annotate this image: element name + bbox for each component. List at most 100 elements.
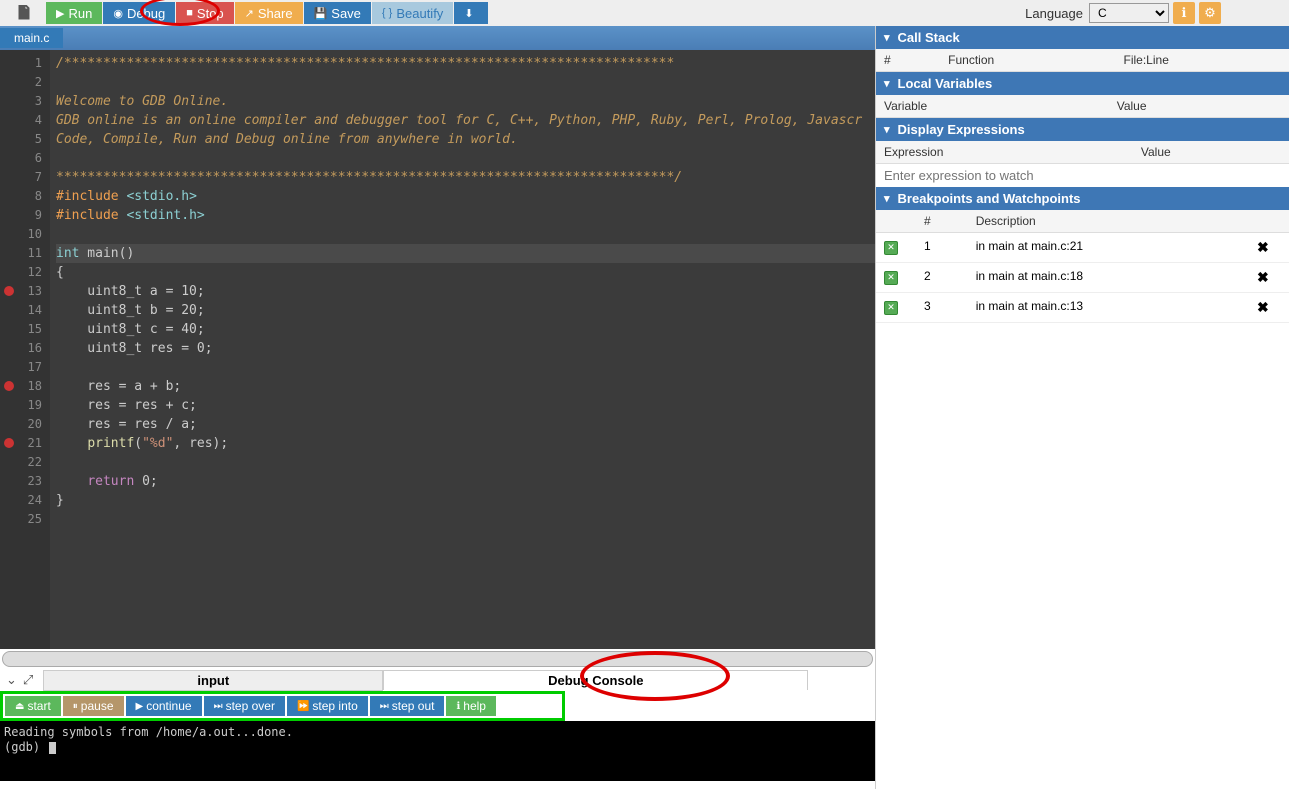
debug-console-tab[interactable]: Debug Console	[383, 670, 808, 690]
breakpoint-enabled-icon[interactable]: ✕	[884, 271, 898, 285]
download-button[interactable]: ⬇	[454, 2, 487, 24]
step-over-button[interactable]: ⏭step over	[204, 696, 285, 716]
display-expressions-header[interactable]: ▾Display Expressions	[876, 118, 1289, 141]
display-expressions-table: ExpressionValue	[876, 141, 1289, 164]
run-label: Run	[68, 6, 92, 21]
code-text	[56, 474, 87, 489]
code-area[interactable]: /***************************************…	[50, 50, 875, 649]
save-label: Save	[331, 6, 361, 21]
input-tab[interactable]: input	[43, 670, 383, 691]
play-icon: ▶	[56, 7, 64, 20]
gutter-line[interactable]: 22	[0, 453, 50, 472]
code-text	[56, 436, 87, 451]
breakpoint-num: 3	[916, 293, 968, 323]
gutter-line[interactable]: 11	[0, 244, 50, 263]
horizontal-scrollbar[interactable]	[2, 651, 873, 667]
chevron-down-icon[interactable]: ⌄	[6, 672, 17, 688]
gutter-line[interactable]: 4	[0, 111, 50, 130]
download-icon: ⬇	[464, 7, 473, 20]
pause-label: pause	[81, 699, 114, 713]
settings-button[interactable]: ⚙	[1199, 2, 1221, 24]
step-into-label: step into	[312, 699, 357, 713]
breakpoint-row: ✕ 2 in main at main.c:18 ✖	[876, 263, 1289, 293]
gutter-line[interactable]: 1	[0, 54, 50, 73]
chevron-down-icon: ▾	[884, 31, 890, 44]
continue-button[interactable]: ▶continue	[126, 696, 202, 716]
gutter-line-breakpoint[interactable]: 21	[0, 434, 50, 453]
gutter-line[interactable]: 14	[0, 301, 50, 320]
language-select[interactable]: C	[1089, 3, 1169, 23]
call-stack-table: #FunctionFile:Line	[876, 49, 1289, 72]
local-variables-header[interactable]: ▾Local Variables	[876, 72, 1289, 95]
breakpoints-table: #Description ✕ 1 in main at main.c:21 ✖ …	[876, 210, 1289, 323]
share-button[interactable]: ↗Share	[235, 2, 303, 24]
chevron-down-icon: ▾	[884, 123, 890, 136]
gutter-line[interactable]: 8	[0, 187, 50, 206]
code-editor[interactable]: 1 2 3 4 5 6 7 8 9 10 11 12 13 14 15 16 1…	[0, 50, 875, 649]
gutter-line[interactable]: 15	[0, 320, 50, 339]
share-label: Share	[258, 6, 293, 21]
breakpoint-num: 2	[916, 263, 968, 293]
play-icon: ▶	[136, 701, 144, 712]
gutter-line[interactable]: 7	[0, 168, 50, 187]
gutter-line[interactable]: 2	[0, 73, 50, 92]
col-value: Value	[1109, 95, 1289, 118]
breakpoint-enabled-icon[interactable]: ✕	[884, 241, 898, 255]
step-into-icon: ⏩	[297, 701, 309, 712]
info-button[interactable]: ℹ	[1173, 2, 1195, 24]
step-out-icon: ⏭	[380, 701, 389, 712]
call-stack-header[interactable]: ▾ Call Stack	[876, 26, 1289, 49]
run-button[interactable]: ▶ Run	[46, 2, 102, 24]
gutter-line[interactable]: 20	[0, 415, 50, 434]
save-button[interactable]: 💾Save	[304, 2, 371, 24]
start-button[interactable]: ⏏start	[5, 696, 61, 716]
gutter-line[interactable]: 19	[0, 396, 50, 415]
gutter-line[interactable]: 6	[0, 149, 50, 168]
gutter-line[interactable]: 16	[0, 339, 50, 358]
help-button[interactable]: ℹhelp	[446, 696, 496, 716]
chevron-down-icon: ▾	[884, 77, 890, 90]
delete-breakpoint-button[interactable]: ✖	[1257, 239, 1269, 255]
step-into-button[interactable]: ⏩step into	[287, 696, 368, 716]
breakpoints-header[interactable]: ▾Breakpoints and Watchpoints	[876, 187, 1289, 210]
code-text: #include	[56, 208, 119, 223]
step-out-button[interactable]: ⏭step out	[370, 696, 445, 716]
gutter-line[interactable]: 17	[0, 358, 50, 377]
new-file-button[interactable]	[8, 2, 40, 24]
info-icon: ℹ	[1182, 5, 1187, 21]
debug-console[interactable]: Reading symbols from /home/a.out...done.…	[0, 721, 875, 781]
delete-breakpoint-button[interactable]: ✖	[1257, 299, 1269, 315]
clock-icon: ◉	[113, 7, 123, 20]
pause-button[interactable]: ⏸pause	[63, 696, 124, 716]
gutter-line[interactable]: 23	[0, 472, 50, 491]
col-function: Function	[940, 49, 1115, 72]
gutter-line[interactable]: 5	[0, 130, 50, 149]
code-text: /***************************************…	[56, 56, 674, 71]
gutter-line-breakpoint[interactable]: 18	[0, 377, 50, 396]
stop-button[interactable]: ■ Stop	[176, 2, 233, 24]
breakpoint-enabled-icon[interactable]: ✕	[884, 301, 898, 315]
gutter-line[interactable]: 25	[0, 510, 50, 529]
breakpoints-title: Breakpoints and Watchpoints	[898, 191, 1081, 206]
col-description: Description	[968, 210, 1249, 233]
start-label: start	[27, 699, 50, 713]
stop-icon: ■	[186, 7, 193, 19]
delete-breakpoint-button[interactable]: ✖	[1257, 269, 1269, 285]
gear-icon: ⚙	[1204, 5, 1216, 21]
gutter-line[interactable]: 12	[0, 263, 50, 282]
call-stack-title: Call Stack	[898, 30, 960, 45]
stop-label: Stop	[197, 6, 224, 21]
beautify-button[interactable]: { }Beautify	[372, 2, 453, 24]
tab-main-c[interactable]: main.c	[0, 28, 63, 48]
col-index: #	[876, 49, 940, 72]
gutter-line-breakpoint[interactable]: 13	[0, 282, 50, 301]
gutter-line[interactable]: 3	[0, 92, 50, 111]
gutter-line[interactable]: 9	[0, 206, 50, 225]
watch-expression-input[interactable]	[876, 164, 1289, 187]
help-label: help	[463, 699, 486, 713]
debug-button[interactable]: ◉Debug	[103, 2, 175, 24]
code-text: return	[87, 474, 134, 489]
gutter-line[interactable]: 10	[0, 225, 50, 244]
expand-icon[interactable]: ⤢	[23, 672, 33, 688]
gutter-line[interactable]: 24	[0, 491, 50, 510]
